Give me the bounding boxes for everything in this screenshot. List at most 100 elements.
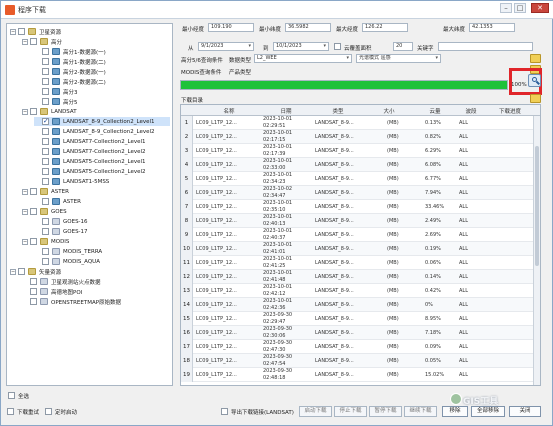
tree-node-checkbox[interactable] xyxy=(42,198,49,205)
table-row[interactable]: 11 LC09_L1TP_12... 2023-10-01 02:41:25 LANDS… xyxy=(181,256,534,270)
expand-toggle-icon[interactable]: − xyxy=(10,28,16,35)
col-cloud[interactable]: 云量 xyxy=(415,107,455,115)
col-size[interactable]: 大小 xyxy=(365,107,413,115)
tree-node-checkbox[interactable] xyxy=(30,108,37,115)
expand-toggle-icon[interactable]: − xyxy=(22,208,28,215)
table-row[interactable]: 8 LC09_L1TP_12... 2023-10-01 02:40:13 LANDSA… xyxy=(181,214,534,228)
table-row[interactable]: 12 LC09_L1TP_12... 2023-10-01 02:41:48 LANDS… xyxy=(181,270,534,284)
tree-node-checkbox[interactable] xyxy=(42,148,49,155)
retry-option[interactable]: 下载重试 xyxy=(7,407,39,416)
table-row[interactable]: 15 LC09_L1TP_12... 2023-09-30 02:29:47 LANDS… xyxy=(181,312,534,326)
col-band[interactable]: 波段 xyxy=(457,107,485,115)
table-row[interactable]: 9 LC09_L1TP_12... 2023-10-01 02:40:37 LANDSA… xyxy=(181,228,534,242)
expand-toggle-icon[interactable]: − xyxy=(22,108,28,115)
tree-node[interactable]: 高分5 xyxy=(34,97,170,106)
tree-node[interactable]: LANDSAT5-Collection2_Level1 xyxy=(34,157,170,166)
table-row[interactable]: 2 LC09_L1TP_12... 2023-10-01 02:17:15 LANDSA… xyxy=(181,130,534,144)
tree-node[interactable]: 高分1-数据源(二) xyxy=(34,57,170,66)
gf-options-button[interactable] xyxy=(530,54,541,63)
datatype-select[interactable]: L2_WEE xyxy=(254,54,352,63)
tree-node[interactable]: GOES-16 xyxy=(34,217,170,226)
tree-node-checkbox[interactable] xyxy=(42,48,49,55)
scroll-thumb[interactable] xyxy=(535,146,539,266)
max-lat-input[interactable]: 42.1353 xyxy=(469,23,515,32)
tree-node-checkbox[interactable] xyxy=(42,117,49,125)
min-lat-input[interactable]: 36.5982 xyxy=(285,23,331,32)
tree-node[interactable]: LANDSAT7-Collection2_Level1 xyxy=(34,137,170,146)
export-checkbox[interactable] xyxy=(221,408,228,415)
stop-download-button[interactable]: 停止下载 xyxy=(334,406,367,417)
tree-node-checkbox[interactable] xyxy=(42,78,49,85)
table-row[interactable]: 6 LC09_L1TP_12... 2023-10-02 02:34:47 LANDSA… xyxy=(181,186,534,200)
tree-node-checkbox[interactable] xyxy=(18,28,25,35)
tree-node-checkbox[interactable] xyxy=(42,88,49,95)
tree-node[interactable]: ASTER xyxy=(34,197,170,206)
keyword-input[interactable] xyxy=(438,42,533,51)
tree-node[interactable]: − 高分 xyxy=(22,37,170,46)
expand-toggle-icon[interactable]: − xyxy=(22,38,28,45)
tree-node[interactable]: 高分3 xyxy=(34,87,170,96)
from-date-picker[interactable]: 9/1/2023 xyxy=(198,42,254,51)
mode-select[interactable]: 光谱模式 遥感 xyxy=(356,54,441,63)
tree-node[interactable]: LANDSAT1-5MSS xyxy=(34,177,170,186)
tree-node-checkbox[interactable] xyxy=(30,38,37,45)
tree-node-checkbox[interactable] xyxy=(18,268,25,275)
tree-node-checkbox[interactable] xyxy=(42,98,49,105)
to-date-picker[interactable]: 10/1/2023 xyxy=(273,42,329,51)
close-button[interactable]: 关闭 xyxy=(509,406,541,417)
table-row[interactable]: 4 LC09_L1TP_12... 2023-10-01 02:33:00 LANDSA… xyxy=(181,158,534,172)
timer-option[interactable]: 定时启动 xyxy=(45,407,77,416)
tree-node[interactable]: LANDSAT5-Collection2_Level2 xyxy=(34,167,170,176)
start-download-button[interactable]: 启动下载 xyxy=(299,406,332,417)
tree-node[interactable]: 高德地图POI xyxy=(22,287,170,296)
col-date[interactable]: 日期 xyxy=(261,107,311,115)
tree-node[interactable]: 高分2-数据源(一) xyxy=(34,67,170,76)
tree-node[interactable]: − LANDSAT xyxy=(22,107,170,116)
retry-checkbox[interactable] xyxy=(7,408,14,415)
tree-node[interactable]: 高分2-数据源(二) xyxy=(34,77,170,86)
table-row[interactable]: 13 LC09_L1TP_12... 2023-10-01 02:42:12 LANDS… xyxy=(181,284,534,298)
title-bar[interactable]: 程序下载 – □ ✕ xyxy=(1,1,553,19)
table-row[interactable]: 14 LC09_L1TP_12... 2023-10-01 02:42:36 LANDS… xyxy=(181,298,534,312)
select-all-checkbox[interactable] xyxy=(8,392,15,399)
tree-node-checkbox[interactable] xyxy=(42,58,49,65)
tree-node[interactable]: 高分1-数据源(一) xyxy=(34,47,170,56)
col-type[interactable]: 类型 xyxy=(313,107,363,115)
tree-node-checkbox[interactable] xyxy=(30,278,37,285)
tree-node-checkbox[interactable] xyxy=(30,238,37,245)
tree-node-checkbox[interactable] xyxy=(42,258,49,265)
col-name[interactable]: 名称 xyxy=(199,107,259,115)
tree-node[interactable]: − GOES xyxy=(22,207,170,216)
tree-node-checkbox[interactable] xyxy=(42,248,49,255)
resume-download-button[interactable]: 继续下载 xyxy=(404,406,437,417)
cloud-checkbox[interactable] xyxy=(334,43,341,50)
min-lon-input[interactable]: 109.190 xyxy=(208,23,254,32)
tree-node-checkbox[interactable] xyxy=(42,138,49,145)
tree-node-checkbox[interactable] xyxy=(42,158,49,165)
tree-node[interactable]: − ASTER xyxy=(22,187,170,196)
tree-node[interactable]: LANDSAT7-Collection2_Level2 xyxy=(34,147,170,156)
tree-node-checkbox[interactable] xyxy=(30,288,37,295)
tree-node-checkbox[interactable] xyxy=(42,218,49,225)
table-row[interactable]: 18 LC09_L1TP_12... 2023-09-30 02:47:54 LANDS… xyxy=(181,354,534,368)
select-all-row[interactable]: 全选 xyxy=(6,390,173,400)
tree-node-checkbox[interactable] xyxy=(42,178,49,185)
tree-node[interactable]: − 矢量资源 xyxy=(10,267,170,276)
export-option[interactable]: 导出下载链接(LANDSAT) xyxy=(221,407,294,416)
table-row[interactable]: 7 LC09_L1TP_12... 2023-10-01 02:35:10 LANDSA… xyxy=(181,200,534,214)
remove-button[interactable]: 移除 xyxy=(442,406,468,417)
search-button[interactable] xyxy=(528,74,541,87)
tree-node[interactable]: MODIS_TERRA xyxy=(34,247,170,256)
tree-node-checkbox[interactable] xyxy=(30,188,37,195)
tree-node-checkbox[interactable] xyxy=(42,68,49,75)
col-progress[interactable]: 下载进度 xyxy=(487,107,533,115)
tree-node-checkbox[interactable] xyxy=(42,228,49,235)
table-scrollbar[interactable] xyxy=(533,116,540,385)
expand-toggle-icon[interactable]: − xyxy=(22,238,28,245)
tree-node[interactable]: MODIS_AQUA xyxy=(34,257,170,266)
list-options-button[interactable] xyxy=(530,94,541,103)
timer-checkbox[interactable] xyxy=(45,408,52,415)
tree-node[interactable]: OPENSTREETMAP原始数据 xyxy=(22,297,170,306)
pause-download-button[interactable]: 暂停下载 xyxy=(369,406,402,417)
table-row[interactable]: 5 LC09_L1TP_12... 2023-10-01 02:34:23 LANDSA… xyxy=(181,172,534,186)
